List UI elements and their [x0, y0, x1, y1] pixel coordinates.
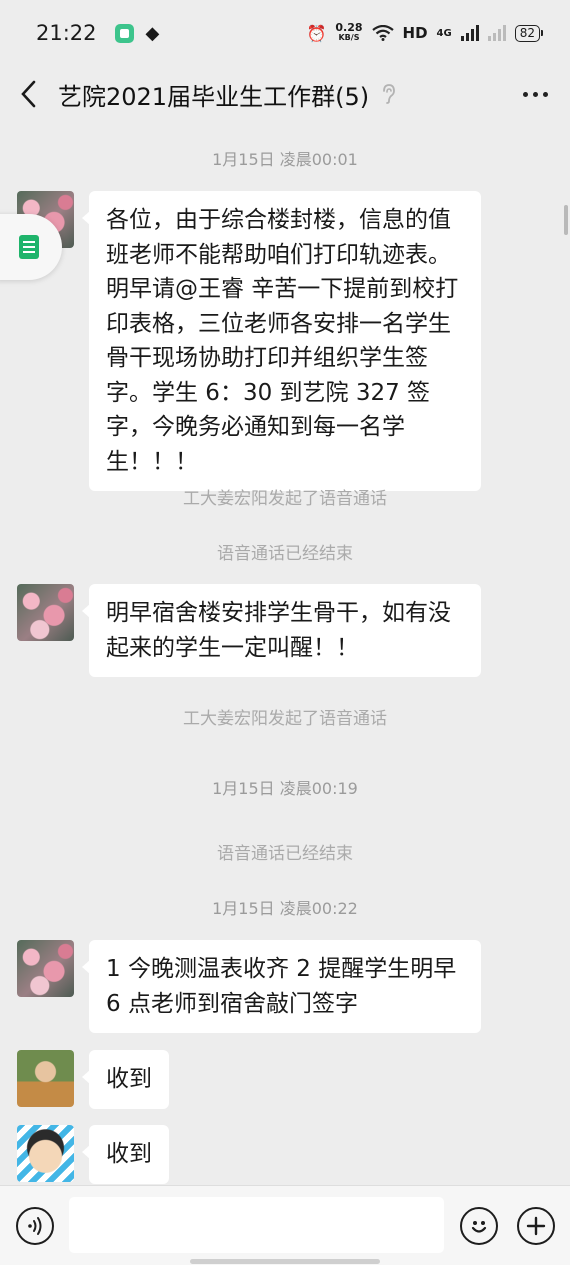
- dot-icon: [532, 91, 538, 97]
- timestamp: 1月15日 凌晨00:22: [212, 899, 358, 918]
- back-button[interactable]: [0, 66, 58, 122]
- dot-icon: [522, 91, 528, 97]
- chat-screen: 21:22 ◆ ⏰ 0.28 KB/S HD 4G 82 艺院2021届毕业生工…: [0, 0, 570, 1265]
- net-speed-value: 0.28: [335, 21, 363, 34]
- signal-icon-secondary: [487, 25, 506, 41]
- net-speed-unit: KB/S: [338, 33, 360, 42]
- voice-icon: [28, 1217, 42, 1235]
- avatar[interactable]: [17, 584, 74, 641]
- status-time: 21:22: [36, 21, 97, 45]
- timestamp: 1月15日 凌晨00:19: [212, 779, 358, 798]
- emoji-button[interactable]: [460, 1207, 498, 1245]
- system-message: 语音通话已经结束: [217, 844, 353, 864]
- timestamp: 1月15日 凌晨00:01: [212, 150, 358, 169]
- hd-label: HD: [402, 24, 428, 42]
- signal-icon: [460, 25, 479, 41]
- emoji-icon: [471, 1221, 487, 1233]
- status-indicators: ⏰ 0.28 KB/S HD 4G 82: [306, 21, 544, 43]
- ear-icon: [383, 84, 395, 104]
- battery-indicator: 82: [514, 24, 544, 42]
- message-bubble[interactable]: 1 今晚测温表收齐 2 提醒学生明早 6 点老师到宿舍敲门签字: [82, 940, 481, 1033]
- wifi-icon: [371, 25, 394, 41]
- net-speed: 0.28 KB/S: [335, 21, 363, 43]
- message-bubble[interactable]: 收到: [82, 1125, 169, 1184]
- alarm-icon: ⏰: [306, 23, 327, 43]
- message-bubble[interactable]: 收到: [82, 1050, 169, 1109]
- avatar[interactable]: [17, 1125, 74, 1182]
- system-message: 语音通话已经结束: [217, 544, 353, 564]
- status-bar: 21:22 ◆ ⏰ 0.28 KB/S HD 4G 82: [0, 0, 570, 66]
- chat-header: 艺院2021届毕业生工作群(5): [0, 66, 570, 122]
- avatar[interactable]: [17, 1050, 74, 1107]
- dot-icon: [542, 91, 548, 97]
- more-options-button[interactable]: [500, 66, 570, 122]
- doc-icon: [19, 235, 39, 259]
- avatar[interactable]: [17, 940, 74, 997]
- chevron-left-icon: [21, 80, 36, 108]
- input-bar: [0, 1185, 570, 1265]
- network-label: 4G: [436, 27, 452, 39]
- scrollbar[interactable]: [564, 205, 568, 235]
- home-indicator[interactable]: [190, 1259, 380, 1264]
- chat-title: 艺院2021届毕业生工作群(5): [58, 82, 370, 111]
- message-input[interactable]: [69, 1197, 444, 1253]
- system-message: 工大姜宏阳发起了语音通话: [183, 709, 387, 729]
- system-message: 工大姜宏阳发起了语音通话: [183, 489, 387, 509]
- message-list[interactable]: 1月15日 凌晨00:01 各位，由于综合楼封楼，信息的值班老师不能帮助咱们打印…: [0, 122, 570, 1185]
- message-bubble[interactable]: 各位，由于综合楼封楼，信息的值班老师不能帮助咱们打印轨迹表。明早请@王睿 辛苦一…: [82, 191, 481, 491]
- layers-icon: ◆: [145, 22, 160, 44]
- voice-button[interactable]: [16, 1207, 54, 1245]
- notification-app-icon: [114, 23, 134, 43]
- floating-doc-button[interactable]: [0, 214, 62, 280]
- plus-icon: [526, 1216, 546, 1236]
- plus-button[interactable]: [517, 1207, 555, 1245]
- message-bubble[interactable]: 明早宿舍楼安排学生骨干，如有没起来的学生一定叫醒！！: [82, 584, 481, 677]
